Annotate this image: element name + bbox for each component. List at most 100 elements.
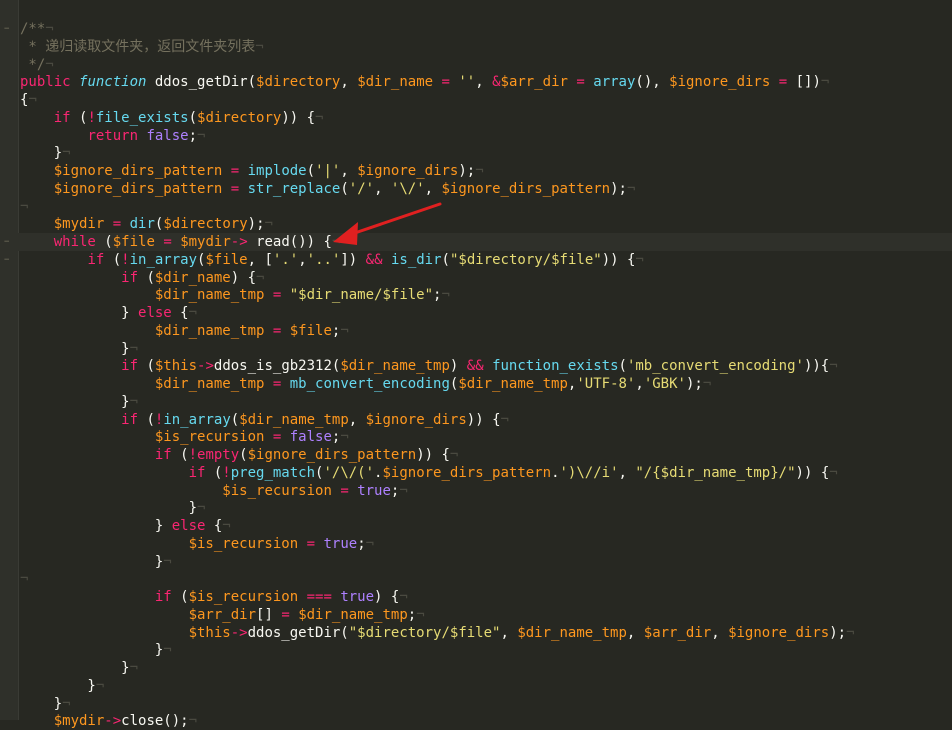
- code-line[interactable]: while ($file = $mydir-> read()) {¬: [18, 233, 952, 251]
- code-token: ,: [711, 624, 729, 641]
- code-token: ===: [306, 589, 332, 605]
- code-line[interactable]: } else {¬: [20, 304, 197, 322]
- code-line[interactable]: if ($this->ddos_is_gb2312($dir_name_tmp)…: [20, 357, 838, 375]
- eol-marker: ¬: [95, 677, 105, 694]
- code-token: (: [239, 447, 248, 463]
- code-line[interactable]: if (!empty($ignore_dirs_pattern)) {¬: [20, 446, 458, 464]
- code-token: is_dir: [390, 251, 442, 268]
- code-line[interactable]: {¬: [20, 91, 37, 109]
- code-line[interactable]: if (!in_array ($file, ['.','..']) && is_d…: [20, 251, 644, 269]
- code-token: '|': [315, 163, 341, 179]
- code-line[interactable]: $is_recursion = true;¬: [20, 482, 408, 500]
- code-token: []: [256, 606, 282, 623]
- code-token: }: [20, 695, 63, 712]
- code-token: '': [458, 74, 476, 91]
- code-token: , [: [247, 251, 273, 268]
- code-token: $mydir: [53, 713, 105, 730]
- eol-marker: ¬: [256, 269, 265, 286]
- code-token: =: [281, 606, 290, 623]
- code-token: $ignore_dirs_pattern: [53, 180, 223, 197]
- code-token: ,: [340, 74, 358, 91]
- code-token: ->: [197, 358, 214, 375]
- eol-marker: ¬: [163, 553, 172, 570]
- code-token: }: [20, 518, 172, 534]
- code-line[interactable]: }¬: [20, 340, 138, 358]
- code-line[interactable]: if (!in_array($dir_name_tmp, $ignore_dir…: [20, 411, 509, 429]
- code-token: in_array: [163, 411, 231, 428]
- code-line[interactable]: $mydir->close();¬: [20, 712, 197, 730]
- code-line[interactable]: }¬: [20, 144, 71, 162]
- code-token: &: [492, 74, 501, 91]
- code-line[interactable]: if (!preg_match('/\/('.$ignore_dirs_patt…: [20, 464, 838, 482]
- code-line[interactable]: ¬: [20, 570, 28, 588]
- code-line[interactable]: $is_recursion = true;¬: [20, 535, 374, 553]
- code-line[interactable]: $arr_dir[] = $dir_name_tmp;¬: [20, 606, 425, 624]
- code-token: =: [163, 234, 172, 250]
- code-token: ,: [500, 624, 518, 641]
- eol-marker: ¬: [197, 500, 206, 517]
- code-token: (: [138, 358, 155, 375]
- code-line[interactable]: $dir_name_tmp = "$dir_name/$file";¬: [20, 286, 450, 304]
- code-token: }: [20, 677, 96, 694]
- code-line[interactable]: if ($dir_name) {¬: [20, 269, 264, 287]
- eol-marker: ¬: [399, 589, 408, 605]
- code-line[interactable]: if (!file_exists($directory)) {¬: [20, 109, 324, 127]
- code-token: close();: [121, 713, 189, 730]
- code-line[interactable]: */¬: [20, 56, 53, 74]
- code-token: true: [323, 535, 358, 552]
- code-token: ddos_is_gb2312(: [213, 358, 341, 375]
- code-line[interactable]: }¬: [20, 499, 206, 517]
- code-token: ddos_getDir(: [146, 74, 257, 91]
- code-line[interactable]: } else {¬: [20, 517, 231, 535]
- code-line[interactable]: ¬: [20, 198, 28, 216]
- code-line[interactable]: }¬: [20, 393, 138, 411]
- code-token: $directory: [256, 74, 341, 91]
- eol-marker: ¬: [197, 127, 206, 144]
- code-line[interactable]: $dir_name_tmp = mb_convert_encoding($dir…: [20, 375, 711, 393]
- code-line[interactable]: $ignore_dirs_pattern = str_replace('/', …: [20, 180, 636, 198]
- code-line[interactable]: }¬: [20, 659, 138, 677]
- eol-marker: ¬: [829, 464, 838, 481]
- code-line[interactable]: }¬: [20, 677, 104, 695]
- code-line[interactable]: }¬: [20, 641, 172, 659]
- eol-marker: ¬: [315, 109, 324, 126]
- code-line[interactable]: return false;¬: [20, 127, 205, 145]
- code-token: ,: [348, 411, 366, 428]
- code-line[interactable]: $is_recursion = false;¬: [20, 428, 349, 446]
- code-token: $file: [112, 234, 155, 250]
- eol-marker: ¬: [635, 251, 644, 268]
- code-line[interactable]: }¬: [20, 695, 71, 713]
- code-line[interactable]: $dir_name_tmp = $file;¬: [20, 322, 349, 340]
- code-token: ->: [230, 234, 248, 250]
- code-token: )) {: [795, 464, 830, 481]
- code-token: $arr_dir: [500, 74, 568, 91]
- code-line[interactable]: }¬: [20, 553, 172, 571]
- code-token: $dir_name_tmp: [154, 322, 265, 339]
- code-line[interactable]: $this->ddos_getDir("$directory/$file", $…: [20, 624, 855, 642]
- code-line[interactable]: $ignore_dirs_pattern = implode('|', $ign…: [20, 162, 484, 180]
- code-line[interactable]: * 递归读取文件夹，返回文件夹列表¬: [20, 38, 263, 56]
- code-line[interactable]: /**¬: [20, 20, 54, 38]
- code-editor[interactable]: /**¬ * 递归读取文件夹，返回文件夹列表¬ */¬ public functi…: [0, 0, 952, 729]
- eol-marker: ¬: [45, 21, 54, 37]
- code-line[interactable]: if ($is_recursion === true) {¬: [20, 588, 408, 606]
- code-token: {: [205, 518, 223, 534]
- eol-marker: ¬: [399, 482, 408, 499]
- code-line[interactable]: $mydir = dir($directory);¬: [20, 215, 273, 233]
- code-token: implode: [247, 163, 307, 179]
- code-token: }: [20, 553, 164, 570]
- code-token: str_replace: [247, 180, 341, 197]
- code-token: ,: [298, 251, 307, 268]
- code-line[interactable]: public function ddos_getDir($directory, …: [20, 73, 829, 91]
- code-token: $dir_name_tmp: [340, 358, 450, 375]
- code-token: $dir_name: [154, 269, 231, 286]
- code-token: public: [20, 74, 71, 91]
